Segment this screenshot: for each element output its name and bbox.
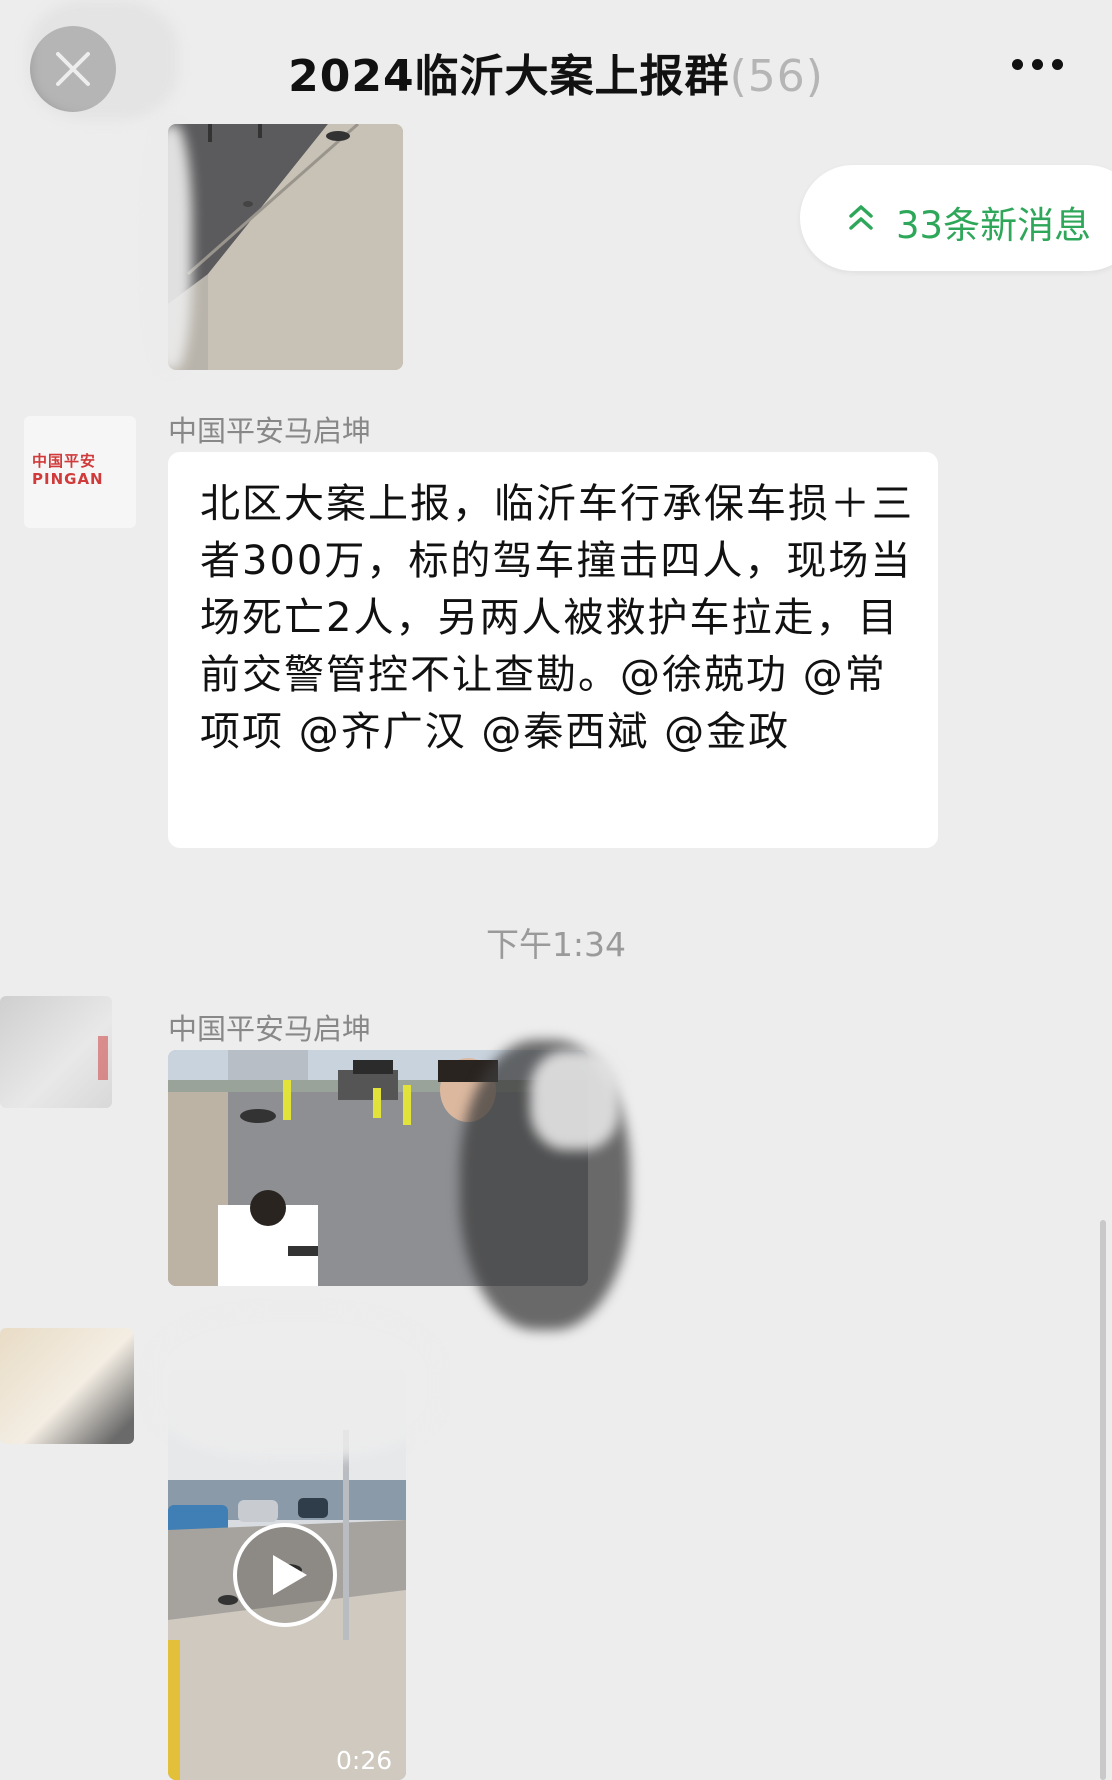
- road-photo[interactable]: [168, 124, 403, 370]
- play-icon[interactable]: [230, 1520, 340, 1630]
- member-count: (56): [729, 51, 824, 102]
- group-name: 2024临沂大案上报群: [288, 51, 730, 102]
- blur-smudge: [150, 1310, 440, 1460]
- message-text: 北区大案上报，临沂车行承保车损＋三者300万，标的驾车撞击四人，现场当场死亡2人…: [200, 481, 914, 755]
- more-icon: [1012, 59, 1023, 70]
- sender-name: 中国平安马启坤: [168, 414, 372, 448]
- avatar-brand-text: 中国平安 PINGAN: [32, 452, 104, 488]
- blur-smudge: [28, 0, 178, 120]
- blur-smudge: [530, 1050, 620, 1150]
- timestamp: 下午1:34: [485, 925, 627, 964]
- more-button[interactable]: [1010, 54, 1066, 74]
- new-messages-pill[interactable]: 33条新消息: [800, 165, 1112, 271]
- new-messages-label: 33条新消息: [896, 204, 1092, 247]
- avatar[interactable]: 中国平安 PINGAN: [24, 416, 136, 528]
- avatar[interactable]: [0, 1328, 134, 1444]
- avatar[interactable]: [0, 996, 112, 1108]
- scrollbar[interactable]: [1100, 1220, 1106, 1780]
- blur-smudge: [150, 124, 192, 370]
- video-duration: 0:26: [336, 1746, 393, 1775]
- double-chevron-up-icon: [849, 205, 873, 230]
- message-bubble[interactable]: 北区大案上报，临沂车行承保车损＋三者300万，标的驾车撞击四人，现场当场死亡2人…: [168, 452, 938, 848]
- sender-name: 中国平安马启坤: [168, 1012, 372, 1046]
